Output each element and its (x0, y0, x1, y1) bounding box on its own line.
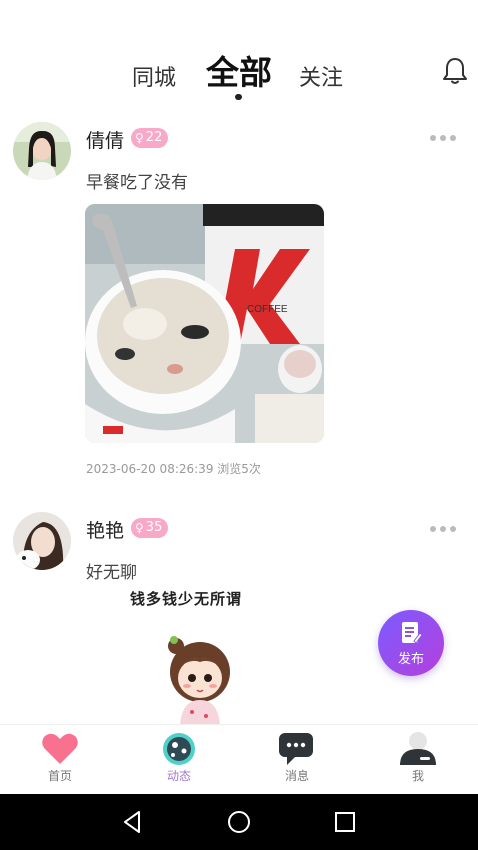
post-timestamp: 2023-06-20 08:26:39 (86, 462, 214, 476)
username[interactable]: 艳艳 (86, 516, 124, 543)
planet-icon (163, 733, 195, 765)
username[interactable]: 倩倩 (86, 126, 124, 153)
svg-text:COFFEE: COFFEE (247, 304, 288, 315)
publish-button[interactable]: 发布 (378, 610, 444, 676)
recents-square-icon[interactable] (331, 808, 359, 836)
age-badge: ♀ 22 (131, 128, 169, 148)
home-circle-icon[interactable] (225, 808, 253, 836)
bell-icon[interactable] (441, 56, 469, 86)
publish-label: 发布 (397, 652, 424, 667)
post-content: 好无聊 (86, 563, 137, 583)
age-badge: ♀ 35 (131, 518, 169, 538)
nav-label: 消息 (284, 769, 309, 783)
active-tab-indicator (235, 94, 242, 100)
bottom-nav: 首页 动态 消息 我 (0, 724, 478, 794)
cartoon-girl-image[interactable] (160, 630, 240, 725)
avatar[interactable] (13, 512, 71, 570)
more-options-icon[interactable] (430, 525, 456, 533)
female-icon: ♀ (135, 521, 144, 535)
avatar[interactable] (13, 122, 71, 180)
view-count: 浏览5次 (217, 462, 261, 476)
nav-profile[interactable]: 我 (358, 725, 478, 795)
more-options-icon[interactable] (430, 134, 456, 142)
chat-icon (279, 733, 313, 765)
image-caption: 钱多钱少无所谓 (130, 590, 243, 608)
person-icon (400, 732, 436, 765)
back-icon[interactable] (119, 808, 147, 836)
post-image[interactable]: COFFEE (85, 204, 324, 443)
nav-label: 首页 (47, 769, 72, 783)
heart-icon (42, 733, 78, 764)
nav-home[interactable]: 首页 (0, 725, 120, 795)
age-value: 22 (145, 130, 163, 145)
edit-document-icon (402, 622, 422, 644)
nav-feed[interactable]: 动态 (119, 725, 239, 795)
tab-following[interactable]: 关注 (299, 60, 343, 92)
nav-label: 我 (411, 769, 424, 783)
tab-local[interactable]: 同城 (132, 60, 176, 92)
nav-messages[interactable]: 消息 (237, 725, 357, 795)
nav-label: 动态 (166, 769, 191, 783)
post-meta: 2023-06-20 08:26:39 浏览5次 (86, 460, 261, 477)
system-nav-bar (0, 794, 478, 850)
tab-all[interactable]: 全部 (206, 46, 272, 94)
female-icon: ♀ (135, 131, 144, 145)
age-value: 35 (145, 520, 163, 535)
post-content: 早餐吃了没有 (86, 173, 188, 193)
top-bar: 同城 全部 关注 (0, 0, 478, 110)
